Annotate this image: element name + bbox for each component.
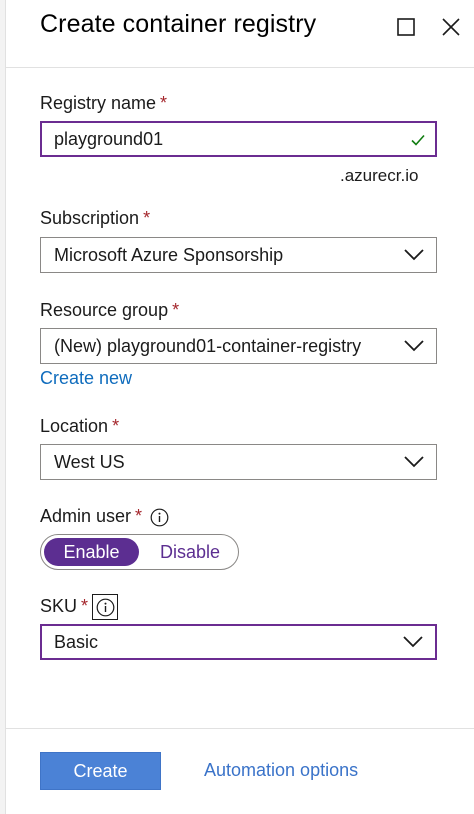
subscription-label-text: Subscription <box>40 208 140 228</box>
location-dropdown[interactable]: West US <box>40 444 437 480</box>
admin-user-info-button[interactable] <box>150 508 169 527</box>
sku-label-text: SKU <box>40 595 78 616</box>
admin-user-label: Admin user * <box>40 506 169 527</box>
sku-value: Basic <box>54 631 99 652</box>
chevron-down-icon <box>403 636 423 648</box>
location-label: Location * <box>40 416 119 437</box>
required-marker: * <box>112 416 120 436</box>
registry-name-value: playground01 <box>54 128 164 149</box>
maximize-button[interactable] <box>391 12 421 42</box>
required-marker: * <box>172 300 180 320</box>
location-label-text: Location <box>40 416 109 436</box>
required-marker: * <box>135 506 143 526</box>
location-value: West US <box>54 451 125 472</box>
panel-header: Create container registry <box>6 0 474 68</box>
resource-group-value: (New) playground01-container-registry <box>54 335 362 356</box>
maximize-icon <box>397 18 415 36</box>
required-marker: * <box>160 93 168 113</box>
left-gutter <box>0 0 6 814</box>
create-button[interactable]: Create <box>40 752 161 790</box>
admin-user-label-text: Admin user <box>40 506 132 526</box>
check-icon <box>411 134 425 146</box>
close-icon <box>442 18 460 36</box>
required-marker: * <box>81 595 89 616</box>
subscription-value: Microsoft Azure Sponsorship <box>54 244 284 265</box>
subscription-label: Subscription * <box>40 208 150 229</box>
panel-title: Create container registry <box>40 10 317 38</box>
info-icon <box>150 508 169 527</box>
admin-user-toggle[interactable]: Enable Disable <box>40 534 239 570</box>
subscription-dropdown[interactable]: Microsoft Azure Sponsorship <box>40 237 437 273</box>
registry-name-input[interactable]: playground01 <box>40 121 437 157</box>
registry-name-label-text: Registry name <box>40 93 157 113</box>
sku-dropdown[interactable]: Basic <box>40 624 437 660</box>
registry-domain-suffix: .azurecr.io <box>340 166 419 185</box>
close-button[interactable] <box>436 12 466 42</box>
resource-group-label-text: Resource group <box>40 300 169 320</box>
chevron-down-icon <box>404 340 424 352</box>
required-marker: * <box>143 208 151 228</box>
chevron-down-icon <box>404 456 424 468</box>
resource-group-dropdown[interactable]: (New) playground01-container-registry <box>40 328 437 364</box>
registry-name-label: Registry name * <box>40 93 167 114</box>
automation-options-link[interactable]: Automation options <box>204 760 358 781</box>
info-icon <box>96 598 114 616</box>
chevron-down-icon <box>404 249 424 261</box>
sku-label: SKU * <box>40 594 119 620</box>
resource-group-label: Resource group * <box>40 300 179 321</box>
sku-info-button[interactable] <box>92 594 119 620</box>
admin-user-enable-option[interactable]: Enable <box>44 538 139 566</box>
create-new-resource-group-link[interactable]: Create new <box>40 368 132 389</box>
admin-user-disable-option[interactable]: Disable <box>144 538 236 566</box>
